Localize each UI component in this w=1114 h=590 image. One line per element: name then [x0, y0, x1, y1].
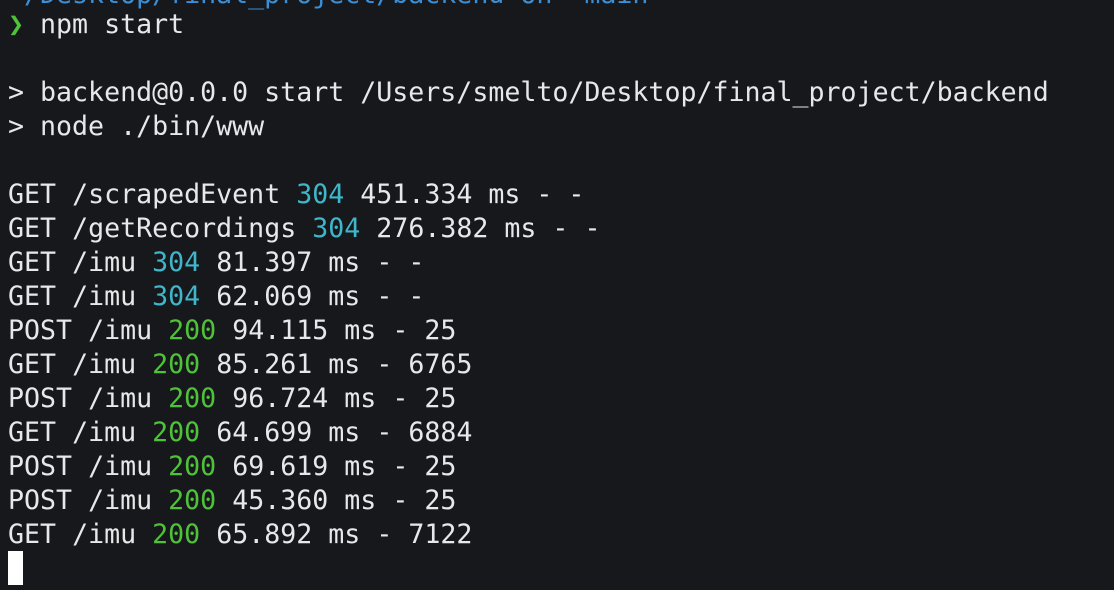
log-line: GET /imu 200 65.892 ms - 7122 [8, 518, 472, 552]
http-method: GET [8, 417, 57, 448]
log-line: GET /imu 200 64.699 ms - 6884 [8, 416, 472, 450]
log-line: POST /imu 200 69.619 ms - 25 [8, 450, 456, 484]
request-path: /imu [72, 281, 137, 312]
status-code: 304 [296, 179, 345, 210]
request-path: /imu [88, 451, 153, 482]
response-time: 69.619 ms [232, 451, 377, 482]
response-size: - - [536, 179, 585, 210]
command-text: npm start [40, 9, 185, 40]
http-method: POST [8, 315, 73, 346]
log-line: GET /imu 304 62.069 ms - - [8, 280, 424, 314]
response-time: 85.261 ms [216, 349, 361, 380]
request-path: /imu [72, 247, 137, 278]
text-cursor [8, 551, 23, 585]
response-time: 62.069 ms [216, 281, 361, 312]
status-code: 304 [312, 213, 361, 244]
status-code: 200 [152, 519, 201, 550]
log-line: GET /imu 304 81.397 ms - - [8, 246, 424, 280]
log-line: GET /scrapedEvent 304 451.334 ms - - [8, 178, 584, 212]
status-code: 304 [152, 281, 201, 312]
response-time: 64.699 ms [216, 417, 361, 448]
response-size: - 25 [392, 451, 457, 482]
response-size: - - [552, 213, 601, 244]
status-code: 200 [152, 349, 201, 380]
http-method: GET [8, 519, 57, 550]
status-code: 200 [168, 383, 217, 414]
response-size: - 7122 [376, 519, 473, 550]
log-line: GET /imu 200 85.261 ms - 6765 [8, 348, 472, 382]
request-path: /imu [88, 315, 153, 346]
status-code: 200 [168, 315, 217, 346]
log-line: POST /imu 200 94.115 ms - 25 [8, 314, 456, 348]
status-code: 304 [152, 247, 201, 278]
request-path: /imu [88, 383, 153, 414]
http-method: GET [8, 349, 57, 380]
request-path: /getRecordings [72, 213, 297, 244]
response-time: 276.382 ms [376, 213, 537, 244]
http-method: GET [8, 179, 57, 210]
response-size: - - [376, 247, 425, 278]
status-code: 200 [168, 451, 217, 482]
request-path: /imu [72, 417, 137, 448]
prompt-arrow-icon: ❯ [8, 9, 25, 40]
request-path: /scrapedEvent [72, 179, 281, 210]
request-path: /imu [72, 349, 137, 380]
request-path: /imu [72, 519, 137, 550]
log-line: GET /getRecordings 304 276.382 ms - - [8, 212, 600, 246]
response-size: - 6884 [376, 417, 473, 448]
response-time: 45.360 ms [232, 485, 377, 516]
response-time: 451.334 ms [360, 179, 521, 210]
response-time: 96.724 ms [232, 383, 377, 414]
http-method: GET [8, 247, 57, 278]
status-code: 200 [152, 417, 201, 448]
response-time: 94.115 ms [232, 315, 377, 346]
response-size: - 6765 [376, 349, 473, 380]
terminal-window[interactable]: ~/Desktop/final_project/backend on main … [0, 0, 1114, 590]
response-time: 65.892 ms [216, 519, 361, 550]
response-time: 81.397 ms [216, 247, 361, 278]
log-line: POST /imu 200 45.360 ms - 25 [8, 484, 456, 518]
npm-header-line: > node ./bin/www [8, 111, 265, 142]
response-size: - 25 [392, 383, 457, 414]
log-line: POST /imu 200 96.724 ms - 25 [8, 382, 456, 416]
http-method: GET [8, 213, 57, 244]
http-method: POST [8, 485, 73, 516]
http-method: POST [8, 451, 73, 482]
request-path: /imu [88, 485, 153, 516]
http-method: GET [8, 281, 57, 312]
response-size: - - [376, 281, 425, 312]
response-size: - 25 [392, 485, 457, 516]
command-line: ❯ npm start [8, 8, 184, 42]
http-method: POST [8, 383, 73, 414]
npm-header-line: > backend@0.0.0 start /Users/smelto/Desk… [8, 77, 1049, 108]
response-size: - 25 [392, 315, 457, 346]
status-code: 200 [168, 485, 217, 516]
